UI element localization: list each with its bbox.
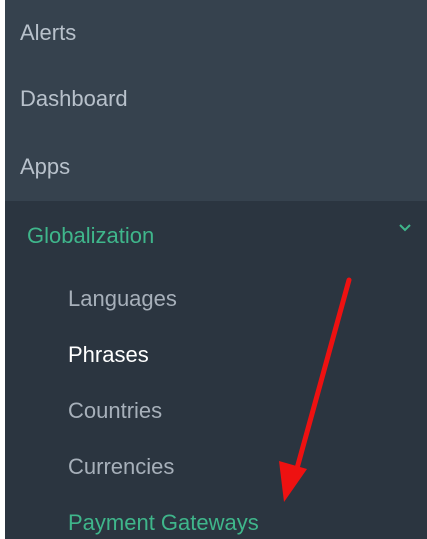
sidebar-item-label: Alerts [20, 19, 77, 45]
sidebar-item-dashboard[interactable]: Dashboard [5, 65, 427, 133]
sidebar-item-globalization[interactable]: Globalization [5, 201, 427, 271]
submenu-item-payment-gateways[interactable]: Payment Gateways [5, 495, 427, 539]
sidebar-item-label: Globalization [27, 223, 155, 248]
submenu-item-label: Languages [68, 286, 177, 311]
sidebar-nav: Alerts Dashboard Apps Globalization Lang… [5, 0, 427, 539]
screenshot-frame: Alerts Dashboard Apps Globalization Lang… [0, 0, 427, 539]
submenu-item-currencies[interactable]: Currencies [5, 439, 427, 495]
submenu-item-label: Payment Gateways [68, 510, 259, 535]
globalization-submenu: Languages Phrases Countries Currencies P… [5, 271, 427, 539]
chevron-down-icon[interactable] [397, 220, 413, 236]
sidebar-top-items: Alerts Dashboard Apps [5, 0, 427, 201]
sidebar-item-label: Dashboard [20, 86, 128, 111]
sidebar-item-label: Apps [20, 154, 71, 179]
submenu-item-label: Currencies [68, 454, 175, 479]
submenu-item-phrases[interactable]: Phrases [5, 327, 427, 383]
submenu-item-countries[interactable]: Countries [5, 383, 427, 439]
submenu-item-label: Phrases [68, 342, 149, 367]
sidebar-item-alerts[interactable]: Alerts [5, 0, 427, 65]
submenu-item-languages[interactable]: Languages [5, 271, 427, 327]
sidebar-item-apps[interactable]: Apps [5, 133, 427, 201]
submenu-item-label: Countries [68, 398, 163, 423]
